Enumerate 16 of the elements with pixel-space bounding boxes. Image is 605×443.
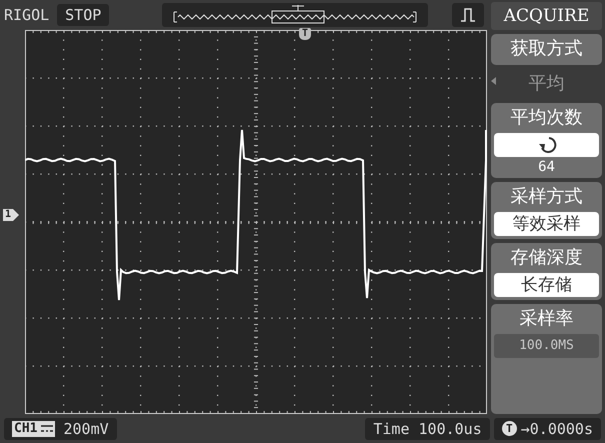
dc-coupling-icon xyxy=(41,424,54,432)
trigger-offset-panel: T →0.0000s xyxy=(494,418,601,440)
brand-label: RIGOL xyxy=(4,5,50,26)
timebase-label: Time 100.0us xyxy=(365,418,490,440)
rising-edge-icon xyxy=(460,8,476,22)
channel-badge: CH1 xyxy=(12,420,56,436)
menu-button[interactable]: 存储深度 长存储 xyxy=(491,243,602,300)
menu-button[interactable]: 采样方式 等效采样 xyxy=(491,182,602,239)
menu-button[interactable]: 采样率 100.0MS xyxy=(491,304,602,414)
menu-button[interactable]: 平均次数 64 xyxy=(491,103,602,178)
left-arrow-icon xyxy=(491,77,496,85)
channel-status-panel: CH1 200mV xyxy=(4,418,117,440)
run-state-label: STOP xyxy=(57,4,110,26)
trigger-badge: T xyxy=(502,421,517,436)
menu-button[interactable]: 获取方式 xyxy=(491,34,602,65)
menu-title: ACQUIRE xyxy=(491,2,602,30)
